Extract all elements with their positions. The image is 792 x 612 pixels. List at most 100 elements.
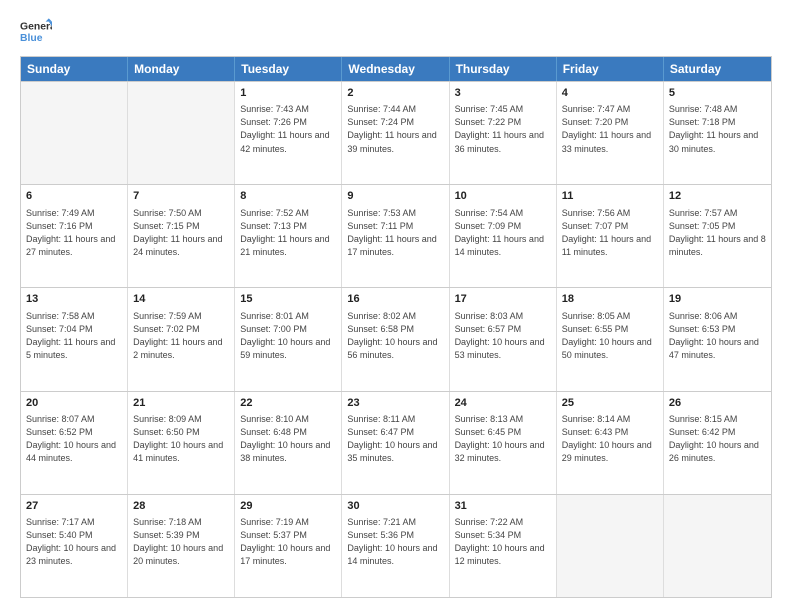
day-header-thursday: Thursday [450, 57, 557, 81]
day-cell-19: 19 Sunrise: 8:06 AMSunset: 6:53 PMDayligh… [664, 288, 771, 390]
sun-info: Sunrise: 7:48 AMSunset: 7:18 PMDaylight:… [669, 103, 766, 155]
day-cell-3: 3 Sunrise: 7:45 AMSunset: 7:22 PMDaylight… [450, 82, 557, 184]
day-cell-25: 25 Sunrise: 8:14 AMSunset: 6:43 PMDayligh… [557, 392, 664, 494]
day-cell-2: 2 Sunrise: 7:44 AMSunset: 7:24 PMDaylight… [342, 82, 449, 184]
header: General Blue [20, 18, 772, 46]
day-cell-7: 7 Sunrise: 7:50 AMSunset: 7:15 PMDaylight… [128, 185, 235, 287]
day-header-tuesday: Tuesday [235, 57, 342, 81]
sun-info: Sunrise: 7:44 AMSunset: 7:24 PMDaylight:… [347, 103, 443, 155]
sun-info: Sunrise: 7:58 AMSunset: 7:04 PMDaylight:… [26, 310, 122, 362]
logo: General Blue [20, 18, 52, 46]
day-number: 5 [669, 86, 766, 101]
day-cell-5: 5 Sunrise: 7:48 AMSunset: 7:18 PMDaylight… [664, 82, 771, 184]
day-number: 6 [26, 189, 122, 204]
day-number: 30 [347, 499, 443, 514]
week-row-2: 6 Sunrise: 7:49 AMSunset: 7:16 PMDaylight… [21, 184, 771, 287]
sun-info: Sunrise: 7:52 AMSunset: 7:13 PMDaylight:… [240, 207, 336, 259]
day-cell-4: 4Sunrise: 7:47 AMSunset: 7:20 PMDaylight… [557, 82, 664, 184]
sun-info: Sunrise: 7:43 AMSunset: 7:26 PMDaylight:… [240, 103, 336, 155]
page: General Blue SundayMondayTuesdayWednesda… [0, 0, 792, 612]
sun-info: Sunrise: 7:50 AMSunset: 7:15 PMDaylight:… [133, 207, 229, 259]
day-number: 22 [240, 396, 336, 411]
week-row-1: 1 Sunrise: 7:43 AMSunset: 7:26 PMDaylight… [21, 81, 771, 184]
day-number: 25 [562, 396, 658, 411]
sun-info: Sunrise: 7:53 AMSunset: 7:11 PMDaylight:… [347, 207, 443, 259]
day-cell-11: 11 Sunrise: 7:56 AMSunset: 7:07 PMDayligh… [557, 185, 664, 287]
day-cell-24: 24Sunrise: 8:13 AMSunset: 6:45 PMDayligh… [450, 392, 557, 494]
week-row-5: 27 Sunrise: 7:17 AMSunset: 5:40 PMDayligh… [21, 494, 771, 597]
day-number: 27 [26, 499, 122, 514]
week-row-3: 13 Sunrise: 7:58 AMSunset: 7:04 PMDayligh… [21, 287, 771, 390]
sun-info: Sunrise: 7:18 AMSunset: 5:39 PMDaylight:… [133, 516, 229, 568]
day-cell-27: 27 Sunrise: 7:17 AMSunset: 5:40 PMDayligh… [21, 495, 128, 597]
day-cell-23: 23 Sunrise: 8:11 AMSunset: 6:47 PMDayligh… [342, 392, 449, 494]
day-number: 23 [347, 396, 443, 411]
day-cell-31: 31 Sunrise: 7:22 AMSunset: 5:34 PMDayligh… [450, 495, 557, 597]
day-cell-10: 10 Sunrise: 7:54 AMSunset: 7:09 PMDayligh… [450, 185, 557, 287]
day-number: 2 [347, 86, 443, 101]
day-number: 28 [133, 499, 229, 514]
day-number: 8 [240, 189, 336, 204]
day-header-saturday: Saturday [664, 57, 771, 81]
day-header-wednesday: Wednesday [342, 57, 449, 81]
empty-cell [664, 495, 771, 597]
sun-info: Sunrise: 7:59 AMSunset: 7:02 PMDaylight:… [133, 310, 229, 362]
svg-text:Blue: Blue [20, 33, 43, 44]
day-cell-1: 1 Sunrise: 7:43 AMSunset: 7:26 PMDaylight… [235, 82, 342, 184]
day-cell-14: 14 Sunrise: 7:59 AMSunset: 7:02 PMDayligh… [128, 288, 235, 390]
day-cell-8: 8 Sunrise: 7:52 AMSunset: 7:13 PMDaylight… [235, 185, 342, 287]
sun-info: Sunrise: 7:57 AMSunset: 7:05 PMDaylight:… [669, 207, 766, 259]
day-number: 16 [347, 292, 443, 307]
sun-info: Sunrise: 8:09 AMSunset: 6:50 PMDaylight:… [133, 413, 229, 465]
sun-info: Sunrise: 7:21 AMSunset: 5:36 PMDaylight:… [347, 516, 443, 568]
day-cell-17: 17Sunrise: 8:03 AMSunset: 6:57 PMDayligh… [450, 288, 557, 390]
empty-cell [21, 82, 128, 184]
sun-info: Sunrise: 8:06 AMSunset: 6:53 PMDaylight:… [669, 310, 766, 362]
day-cell-18: 18 Sunrise: 8:05 AMSunset: 6:55 PMDayligh… [557, 288, 664, 390]
day-number: 18 [562, 292, 658, 307]
day-number: 1 [240, 86, 336, 101]
sun-info: Sunrise: 7:56 AMSunset: 7:07 PMDaylight:… [562, 207, 658, 259]
day-header-friday: Friday [557, 57, 664, 81]
day-number: 14 [133, 292, 229, 307]
sun-info: Sunrise: 7:22 AMSunset: 5:34 PMDaylight:… [455, 516, 551, 568]
sun-info: Sunrise: 7:45 AMSunset: 7:22 PMDaylight:… [455, 103, 551, 155]
sun-info: Sunrise: 8:05 AMSunset: 6:55 PMDaylight:… [562, 310, 658, 362]
sun-info: Sunrise: 8:11 AMSunset: 6:47 PMDaylight:… [347, 413, 443, 465]
day-number: 4 [562, 86, 658, 101]
day-number: 20 [26, 396, 122, 411]
day-cell-26: 26Sunrise: 8:15 AMSunset: 6:42 PMDayligh… [664, 392, 771, 494]
day-cell-9: 9 Sunrise: 7:53 AMSunset: 7:11 PMDaylight… [342, 185, 449, 287]
day-number: 31 [455, 499, 551, 514]
week-row-4: 20Sunrise: 8:07 AMSunset: 6:52 PMDayligh… [21, 391, 771, 494]
sun-info: Sunrise: 8:03 AMSunset: 6:57 PMDaylight:… [455, 310, 551, 362]
sun-info: Sunrise: 8:02 AMSunset: 6:58 PMDaylight:… [347, 310, 443, 362]
day-cell-16: 16 Sunrise: 8:02 AMSunset: 6:58 PMDayligh… [342, 288, 449, 390]
day-number: 13 [26, 292, 122, 307]
day-number: 19 [669, 292, 766, 307]
calendar-header: SundayMondayTuesdayWednesdayThursdayFrid… [21, 57, 771, 81]
day-number: 7 [133, 189, 229, 204]
logo-icon: General Blue [20, 18, 52, 46]
sun-info: Sunrise: 8:01 AMSunset: 7:00 PMDaylight:… [240, 310, 336, 362]
calendar: SundayMondayTuesdayWednesdayThursdayFrid… [20, 56, 772, 598]
day-number: 10 [455, 189, 551, 204]
day-number: 29 [240, 499, 336, 514]
day-header-monday: Monday [128, 57, 235, 81]
day-number: 9 [347, 189, 443, 204]
sun-info: Sunrise: 7:17 AMSunset: 5:40 PMDaylight:… [26, 516, 122, 568]
day-number: 21 [133, 396, 229, 411]
day-cell-22: 22Sunrise: 8:10 AMSunset: 6:48 PMDayligh… [235, 392, 342, 494]
empty-cell [557, 495, 664, 597]
day-number: 11 [562, 189, 658, 204]
day-cell-12: 12Sunrise: 7:57 AMSunset: 7:05 PMDayligh… [664, 185, 771, 287]
sun-info: Sunrise: 7:49 AMSunset: 7:16 PMDaylight:… [26, 207, 122, 259]
sun-info: Sunrise: 7:54 AMSunset: 7:09 PMDaylight:… [455, 207, 551, 259]
day-number: 3 [455, 86, 551, 101]
sun-info: Sunrise: 7:19 AMSunset: 5:37 PMDaylight:… [240, 516, 336, 568]
sun-info: Sunrise: 8:14 AMSunset: 6:43 PMDaylight:… [562, 413, 658, 465]
sun-info: Sunrise: 8:15 AMSunset: 6:42 PMDaylight:… [669, 413, 766, 465]
day-cell-15: 15Sunrise: 8:01 AMSunset: 7:00 PMDayligh… [235, 288, 342, 390]
day-header-sunday: Sunday [21, 57, 128, 81]
day-cell-28: 28 Sunrise: 7:18 AMSunset: 5:39 PMDayligh… [128, 495, 235, 597]
